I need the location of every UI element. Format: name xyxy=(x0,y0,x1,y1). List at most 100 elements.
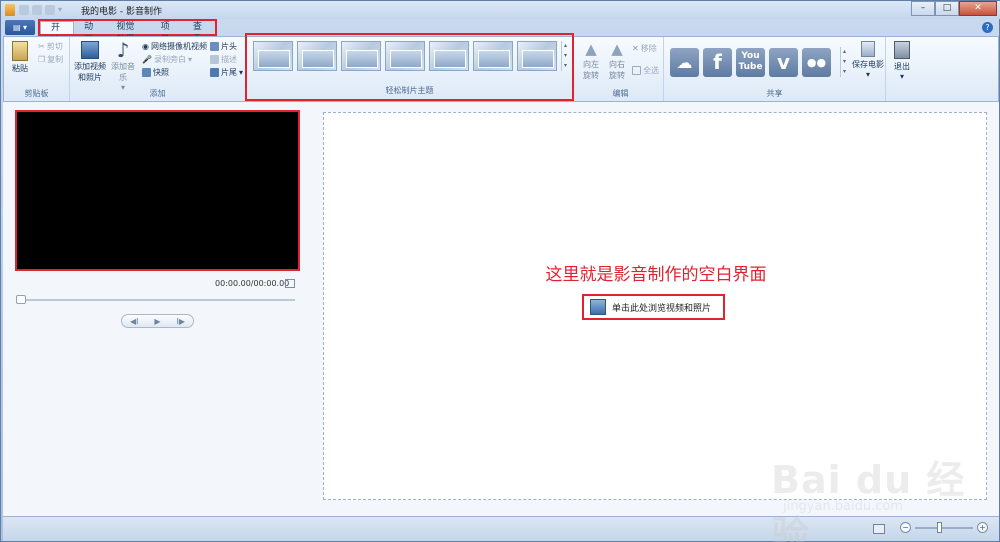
maximize-button[interactable]: □ xyxy=(935,1,959,16)
title-icon xyxy=(210,42,219,51)
rotate-left-label-1: 向左 xyxy=(583,60,599,69)
theme-thumbnail-3[interactable] xyxy=(341,41,381,71)
rotate-right-button[interactable]: ▲ 向右 旋转 xyxy=(606,41,628,81)
tab-home[interactable]: 开始 xyxy=(40,21,75,46)
facebook-icon[interactable]: f xyxy=(703,48,732,77)
add-videos-label-line2: 和照片 xyxy=(78,73,102,82)
theme-thumbnail-7[interactable] xyxy=(517,41,557,71)
tab-visual-effects[interactable]: 视觉效果 xyxy=(106,21,150,45)
help-icon[interactable]: ? xyxy=(982,22,993,33)
rotate-right-label-1: 向右 xyxy=(609,60,625,69)
next-frame-button[interactable]: I▶ xyxy=(177,317,186,326)
scissors-icon: ✂ xyxy=(38,42,45,51)
themes-group-label: 轻松制片主题 xyxy=(385,86,434,95)
copy-button[interactable]: ❐ 复制 xyxy=(38,54,63,65)
baidu-watermark: Bai du 经验 jingyan.baidu.com xyxy=(761,439,981,542)
seek-bar-thumb[interactable] xyxy=(16,295,26,304)
record-narration-button[interactable]: 🎤 录制旁白 ▾ xyxy=(142,54,192,65)
share-gallery-scroll[interactable]: ▴ ▾ ▾ xyxy=(840,47,848,77)
credits-label: 片尾 xyxy=(221,68,237,77)
video-preview[interactable] xyxy=(15,110,300,271)
blank-interface-caption: 这里就是影音制作的空白界面 xyxy=(545,265,767,285)
credits-icon xyxy=(210,68,219,77)
webcam-video-label: 网络摄像机视频 xyxy=(150,42,207,51)
select-all-label: 全选 xyxy=(643,66,659,75)
copy-label: 复制 xyxy=(47,55,64,64)
undo-icon[interactable] xyxy=(32,5,42,15)
share-group: ☁ f You Tube v ●● ▴ ▾ ▾ 保存电影 ▾ 共享 xyxy=(664,37,886,101)
save-icon[interactable] xyxy=(19,5,29,15)
file-menu-button[interactable]: ▤ ▾ xyxy=(5,20,35,35)
watermark-text: Bai du 经验 xyxy=(771,458,966,542)
remove-x-icon: ✕ xyxy=(632,44,639,53)
rotate-right-label-2: 旋转 xyxy=(609,71,625,80)
flickr-icon[interactable]: ●● xyxy=(802,48,831,77)
redo-icon[interactable] xyxy=(45,5,55,15)
expand-preview-icon[interactable] xyxy=(285,279,295,288)
add-group-label: 添加 xyxy=(149,89,166,98)
webcam-video-button[interactable]: ◉ 网络摄像机视频 xyxy=(142,41,207,52)
title-bar: ▾ 我的电影 - 影音制作 – □ ✕ xyxy=(1,1,1000,19)
theme-thumbnail-6[interactable] xyxy=(473,41,513,71)
snapshot-button[interactable]: 快照 xyxy=(142,67,169,78)
caption-button[interactable]: 描述 xyxy=(210,54,237,65)
seek-bar[interactable] xyxy=(19,299,295,301)
youtube-icon[interactable]: You Tube xyxy=(736,48,765,77)
cut-label: 剪切 xyxy=(46,42,63,51)
add-videos-photos-button[interactable]: 添加视频 和照片 xyxy=(74,41,106,83)
save-movie-icon xyxy=(861,41,875,57)
play-button[interactable]: ▶ xyxy=(154,317,160,326)
tab-animations[interactable]: 动画 xyxy=(74,21,106,45)
editing-group-label: 编辑 xyxy=(612,89,629,98)
theme-thumbnail-5[interactable] xyxy=(429,41,469,71)
rotate-left-icon: ▲ xyxy=(585,40,597,58)
customize-qat-icon[interactable]: ▾ xyxy=(58,5,64,15)
previous-frame-button[interactable]: ◀I xyxy=(130,317,139,326)
onedrive-icon[interactable]: ☁ xyxy=(670,48,699,77)
title-label: 片头 xyxy=(221,42,237,51)
exit-dropdown-icon: ▾ xyxy=(899,72,904,81)
cut-button[interactable]: ✂ 剪切 xyxy=(38,41,63,52)
caption-icon xyxy=(210,55,219,64)
paste-button[interactable]: 粘贴 xyxy=(10,41,30,74)
add-music-button[interactable]: ♪ 添加音乐 ▾ xyxy=(108,40,138,92)
rotate-left-button[interactable]: ▲ 向左 旋转 xyxy=(580,41,602,81)
credits-button[interactable]: 片尾 ▾ xyxy=(210,67,243,78)
snapshot-label: 快照 xyxy=(153,68,169,77)
app-window: ▾ 我的电影 - 影音制作 – □ ✕ ▤ ▾ 开始 动画 视觉效果 项目 查看… xyxy=(0,0,1000,542)
rotate-right-icon: ▲ xyxy=(611,40,623,58)
exit-door-icon xyxy=(894,41,910,59)
window-controls: – □ ✕ xyxy=(911,1,997,16)
minimize-button[interactable]: – xyxy=(911,1,935,16)
paste-label: 粘贴 xyxy=(12,64,28,73)
vimeo-icon[interactable]: v xyxy=(769,48,798,77)
themes-gallery-scroll[interactable]: ▴ ▾ ▾ xyxy=(561,41,569,71)
add-group: 添加视频 和照片 ♪ 添加音乐 ▾ ◉ 网络摄像机视频 🎤 录制旁白 ▾ 快照 xyxy=(70,37,246,101)
browse-videos-photos-button[interactable]: 单击此处浏览视频和照片 xyxy=(582,294,725,320)
remove-label: 移除 xyxy=(640,44,657,53)
rotate-left-label-2: 旋转 xyxy=(583,71,599,80)
tab-view[interactable]: 查看 xyxy=(183,21,215,45)
app-icon[interactable] xyxy=(5,4,15,16)
select-all-button[interactable]: 全选 xyxy=(632,65,659,76)
save-movie-button[interactable]: 保存电影 ▾ xyxy=(852,41,884,79)
paste-icon xyxy=(12,41,28,61)
record-narration-label: 录制旁白 xyxy=(153,55,186,64)
playback-controls: ◀I ▶ I▶ xyxy=(121,314,194,328)
photo-gallery-icon xyxy=(590,299,606,315)
theme-thumbnail-4[interactable] xyxy=(385,41,425,71)
add-videos-label-line1: 添加视频 xyxy=(74,62,106,71)
caption-label: 描述 xyxy=(221,55,237,64)
playback-time: 00:00.00/00:00.00 xyxy=(215,279,290,288)
remove-button[interactable]: ✕ 移除 xyxy=(632,43,657,54)
watermark-url: jingyan.baidu.com xyxy=(783,499,903,514)
close-button[interactable]: ✕ xyxy=(959,1,997,16)
exit-group: 退出 ▾ xyxy=(886,37,916,101)
tab-project[interactable]: 项目 xyxy=(151,21,183,45)
theme-thumbnail-2[interactable] xyxy=(297,41,337,71)
select-all-icon xyxy=(632,66,641,75)
theme-thumbnail-1[interactable] xyxy=(253,41,293,71)
exit-button[interactable]: 退出 ▾ xyxy=(892,41,912,81)
easy-themes-group: ▴ ▾ ▾ 轻松制片主题 xyxy=(245,33,574,101)
title-button[interactable]: 片头 xyxy=(210,41,237,52)
